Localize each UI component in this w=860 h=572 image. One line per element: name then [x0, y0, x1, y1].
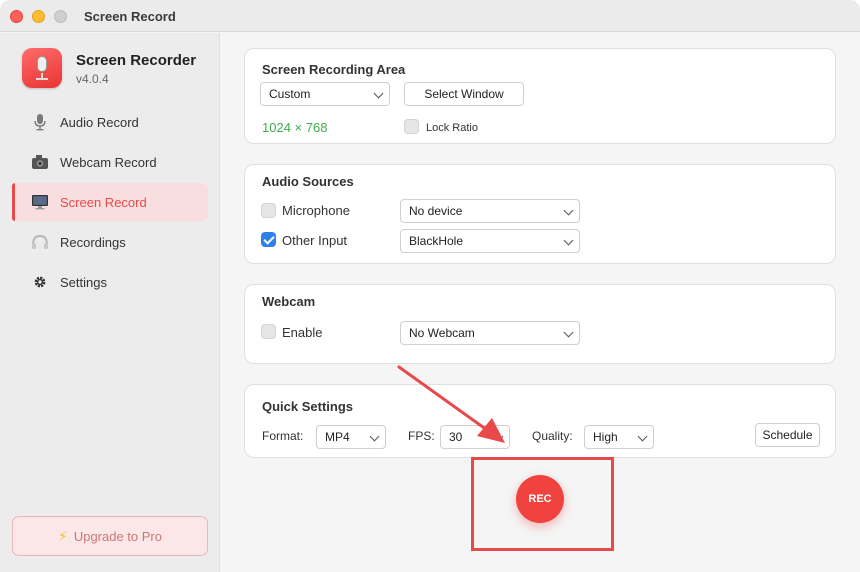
audio-sources-title: Audio Sources: [262, 174, 354, 189]
microphone-label: Microphone: [282, 203, 350, 218]
audio-sources-card: Audio Sources Microphone No device Other…: [244, 164, 836, 264]
webcam-title: Webcam: [262, 294, 316, 309]
chevron-down-icon: [637, 431, 648, 442]
chevron-down-icon: [493, 431, 504, 442]
quality-label: Quality:: [532, 429, 573, 443]
window-title: Screen Record: [84, 9, 176, 24]
recording-area-title: Screen Recording Area: [262, 62, 406, 77]
app-version: v4.0.4: [76, 72, 109, 86]
sidebar-item-label: Webcam Record: [60, 154, 157, 170]
minimize-window-button[interactable]: [32, 10, 45, 23]
webcam-icon: [30, 152, 50, 172]
area-select[interactable]: Custom: [260, 82, 390, 106]
chevron-down-icon: [563, 205, 574, 216]
upgrade-to-pro-button[interactable]: ⚡ Upgrade to Pro: [12, 516, 208, 556]
sidebar-item-label: Screen Record: [60, 194, 147, 210]
app-name: Screen Recorder: [76, 52, 197, 69]
sidebar-item-screen-record[interactable]: Screen Record: [12, 183, 208, 221]
format-label: Format:: [262, 429, 304, 443]
monitor-icon: [30, 192, 50, 212]
sidebar: Screen Recorder v4.0.4 Audio Record Webc…: [0, 33, 220, 572]
chevron-down-icon: [369, 431, 380, 442]
sidebar-item-webcam-record[interactable]: Webcam Record: [12, 143, 208, 181]
sidebar-item-recordings[interactable]: Recordings: [12, 223, 208, 261]
headphones-icon: [30, 232, 50, 252]
lock-ratio-label: Lock Ratio: [426, 122, 478, 134]
webcam-card: Webcam Enable No Webcam: [244, 284, 836, 364]
fps-label: FPS:: [408, 429, 435, 443]
close-window-button[interactable]: [10, 10, 23, 23]
quick-settings-card: Quick Settings Format: MP4 FPS: 30 Quali…: [244, 384, 836, 458]
maximize-window-button[interactable]: [54, 10, 67, 23]
resolution-text: 1024 × 768: [262, 120, 328, 135]
gear-icon: [30, 272, 50, 292]
fps-select[interactable]: 30: [440, 425, 510, 449]
webcam-enable-label: Enable: [282, 325, 323, 340]
webcam-enable-checkbox[interactable]: [261, 324, 276, 339]
microphone-checkbox[interactable]: [261, 203, 276, 218]
quick-settings-title: Quick Settings: [262, 399, 354, 414]
title-bar: Screen Record: [0, 0, 860, 32]
chevron-down-icon: [373, 88, 384, 99]
sidebar-item-label: Audio Record: [60, 114, 139, 130]
lightning-icon: ⚡: [57, 527, 68, 544]
upgrade-label: Upgrade to Pro: [73, 528, 162, 544]
chevron-down-icon: [563, 235, 574, 246]
other-input-device-select[interactable]: BlackHole: [400, 229, 580, 253]
other-input-label: Other Input: [282, 233, 348, 248]
other-input-checkbox[interactable]: [261, 232, 276, 247]
webcam-device-select[interactable]: No Webcam: [400, 321, 580, 345]
chevron-down-icon: [563, 327, 574, 338]
sidebar-item-settings[interactable]: Settings: [12, 263, 208, 301]
microphone-device-select[interactable]: No device: [400, 199, 580, 223]
recording-area-card: Screen Recording Area Custom Select Wind…: [244, 48, 836, 144]
microphone-icon: [30, 112, 50, 132]
sidebar-item-audio-record[interactable]: Audio Record: [12, 103, 208, 141]
format-select[interactable]: MP4: [316, 425, 386, 449]
sidebar-item-label: Recordings: [60, 234, 126, 250]
sidebar-item-label: Settings: [60, 274, 107, 290]
select-window-button[interactable]: Select Window: [404, 82, 524, 106]
lock-ratio-checkbox[interactable]: [404, 119, 419, 134]
app-window: Screen Record Screen Recorder v4.0.4 Aud…: [0, 0, 860, 572]
quality-select[interactable]: High: [584, 425, 654, 449]
schedule-button[interactable]: Schedule: [755, 423, 820, 447]
annotation-highlight-box: [471, 457, 614, 551]
app-logo-icon: [22, 48, 62, 88]
